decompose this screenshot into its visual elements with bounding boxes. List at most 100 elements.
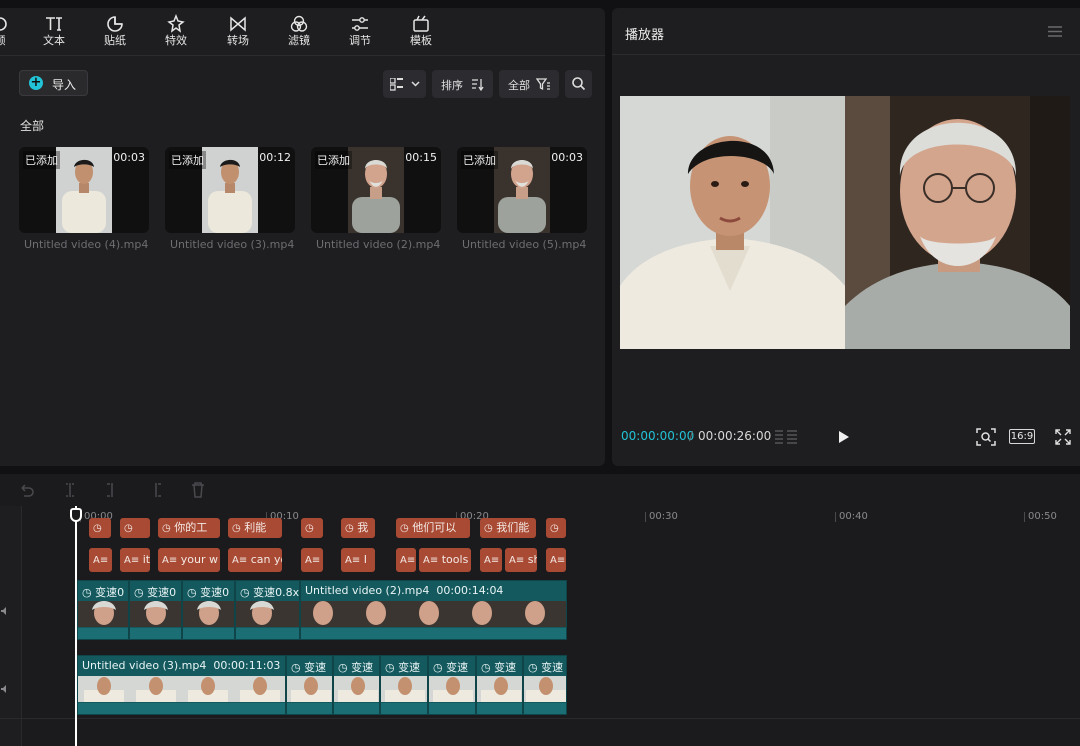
media-filename: Untitled video (2).mp4 bbox=[316, 238, 441, 251]
text-clip[interactable]: A≡ sh bbox=[505, 548, 537, 572]
text-clip-icon: A≡ bbox=[232, 555, 248, 566]
video-clip[interactable]: ◷ 变速0 bbox=[182, 580, 235, 640]
text-clip[interactable]: A≡ bbox=[480, 548, 502, 572]
added-badge: 已添加 bbox=[169, 151, 206, 169]
speed-icon: ◷ bbox=[187, 586, 201, 599]
tool-transition[interactable]: 转场 bbox=[213, 12, 263, 54]
video-clip[interactable]: ◷ 变速 bbox=[428, 655, 476, 715]
video-clip[interactable]: ◷ 变速 bbox=[333, 655, 380, 715]
search-button[interactable] bbox=[565, 70, 592, 98]
fullscreen-icon[interactable] bbox=[1055, 429, 1071, 445]
audio-waveform bbox=[130, 628, 181, 639]
text-clip[interactable]: ◷ bbox=[120, 518, 150, 538]
text-clip[interactable]: A≡ bbox=[396, 548, 416, 572]
text-clip[interactable]: A≡ bbox=[89, 548, 112, 572]
undo-icon[interactable] bbox=[18, 482, 34, 498]
menu-icon[interactable] bbox=[1048, 26, 1062, 37]
text-clip[interactable]: ◷ bbox=[89, 518, 111, 538]
text-clip[interactable]: A≡ it bbox=[120, 548, 150, 572]
clip-frames bbox=[78, 676, 285, 702]
tool-label: 滤镜 bbox=[288, 34, 310, 47]
speed-label: ◷ 变速 bbox=[338, 661, 374, 674]
text-clip[interactable]: ◷ 你的工 bbox=[158, 518, 220, 538]
media-item[interactable]: 已添加 00:03 bbox=[457, 147, 587, 233]
tool-effects[interactable]: 特效 bbox=[151, 12, 201, 54]
tool-label: 贴纸 bbox=[104, 34, 126, 47]
playhead-handle[interactable] bbox=[70, 508, 82, 522]
duration-label: 00:03 bbox=[551, 151, 583, 164]
thumbnail-young-man bbox=[202, 147, 258, 233]
tool-filter[interactable]: 滤镜 bbox=[274, 12, 324, 54]
text-clip-icon: A≡ bbox=[124, 555, 140, 566]
text-clip[interactable]: ◷ 他们可以 bbox=[396, 518, 470, 538]
video-preview[interactable] bbox=[620, 96, 1070, 349]
clip-label: sh bbox=[527, 553, 537, 566]
clip-frames bbox=[429, 676, 475, 702]
sort-button[interactable]: 排序 bbox=[432, 70, 493, 98]
playhead[interactable] bbox=[75, 506, 77, 746]
video-clip[interactable]: ◷ 变速0 bbox=[77, 580, 129, 640]
text-clip[interactable]: ◷ 我们能 bbox=[480, 518, 536, 538]
added-badge: 已添加 bbox=[315, 151, 352, 169]
audio-waveform bbox=[334, 703, 379, 714]
audio-icon[interactable] bbox=[0, 684, 10, 694]
text-clip[interactable]: A≡ your w bbox=[158, 548, 220, 572]
split-right-icon[interactable] bbox=[148, 482, 164, 498]
text-clip[interactable]: A≡ bbox=[546, 548, 566, 572]
text-clip[interactable]: ◷ 我 bbox=[341, 518, 375, 538]
duration-label: 00:12 bbox=[259, 151, 291, 164]
tool-label: 特效 bbox=[165, 34, 187, 47]
media-item[interactable]: 已添加 00:03 bbox=[19, 147, 149, 233]
video-clip[interactable]: ◷ 变速0.8x bbox=[235, 580, 300, 640]
clip-label: 利能 bbox=[244, 521, 267, 534]
duration-label: 00:15 bbox=[405, 151, 437, 164]
aspect-ratio-button[interactable]: 16:9 bbox=[1009, 429, 1035, 444]
plus-icon: + bbox=[29, 75, 43, 90]
search-icon bbox=[572, 77, 586, 91]
divider bbox=[612, 54, 1080, 55]
text-clip[interactable]: ◷ 利能 bbox=[228, 518, 282, 538]
video-clip[interactable]: Untitled video (3).mp4 00:00:11:03 bbox=[77, 655, 286, 715]
template-icon bbox=[396, 12, 446, 34]
tool-video[interactable]: 频 bbox=[0, 12, 25, 54]
tool-text[interactable]: 文本 bbox=[29, 12, 79, 54]
speed-icon: ◷ bbox=[134, 586, 148, 599]
video-clip[interactable]: ◷ 变速 bbox=[523, 655, 567, 715]
text-clip[interactable]: A≡ can yo bbox=[228, 548, 282, 572]
text-clip[interactable]: A≡ tools bbox=[419, 548, 471, 572]
text-clip[interactable]: ◷ bbox=[546, 518, 566, 538]
ruler-label: 00:50 bbox=[1028, 511, 1057, 522]
view-mode-button[interactable] bbox=[383, 70, 426, 98]
filter-button[interactable]: 全部 bbox=[499, 70, 559, 98]
speed-icon: ◷ bbox=[291, 661, 305, 674]
text-clip[interactable]: ◷ bbox=[301, 518, 323, 538]
text-clip[interactable]: A≡ bbox=[301, 548, 323, 572]
text-clip[interactable]: A≡ I bbox=[341, 548, 375, 572]
split-icon[interactable] bbox=[62, 482, 78, 498]
time-separator: / bbox=[689, 429, 694, 443]
video-clip[interactable]: ◷ 变速 bbox=[380, 655, 428, 715]
tool-template[interactable]: 模板 bbox=[396, 12, 446, 54]
split-left-icon[interactable] bbox=[104, 482, 120, 498]
thumbnail-young-man bbox=[56, 147, 112, 233]
timeline[interactable]: 00:00 00:10 00:20 00:30 00:40 00:50 ◷ ◷ … bbox=[0, 506, 1080, 746]
sort-label: 排序 bbox=[441, 79, 463, 92]
text-clip-icon: A≡ bbox=[345, 555, 361, 566]
tool-adjust[interactable]: 调节 bbox=[335, 12, 385, 54]
video-clip[interactable]: ◷ 变速 bbox=[476, 655, 523, 715]
import-button[interactable]: + 导入 bbox=[19, 70, 88, 96]
delete-icon[interactable] bbox=[190, 482, 206, 498]
media-item[interactable]: 已添加 00:15 bbox=[311, 147, 441, 233]
media-item[interactable]: 已添加 00:12 bbox=[165, 147, 295, 233]
tool-sticker[interactable]: 贴纸 bbox=[90, 12, 140, 54]
clip-frames bbox=[381, 676, 427, 702]
video-clip[interactable]: ◷ 变速0 bbox=[129, 580, 182, 640]
list-icon[interactable] bbox=[774, 429, 798, 445]
video-clip[interactable]: Untitled video (2).mp4 00:00:14:04 bbox=[300, 580, 567, 640]
zoom-fit-icon[interactable] bbox=[976, 428, 996, 446]
audio-icon[interactable] bbox=[0, 606, 10, 616]
clip-label: your w bbox=[180, 553, 218, 566]
play-icon[interactable] bbox=[838, 430, 850, 444]
video-clip[interactable]: ◷ 变速 bbox=[286, 655, 333, 715]
speed-icon: ◷ bbox=[433, 661, 447, 674]
